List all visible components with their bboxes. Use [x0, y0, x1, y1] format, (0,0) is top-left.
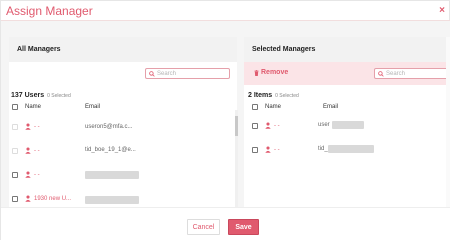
user-icon — [25, 147, 31, 154]
user-icon — [265, 122, 271, 129]
item-count-label: 2 Items — [248, 92, 273, 99]
cancel-button[interactable]: Cancel — [187, 219, 220, 235]
dialog-header: Assign Manager × — [1, 1, 450, 21]
user-name: - - — [265, 122, 280, 129]
trash-icon — [254, 69, 259, 76]
row-checkbox[interactable] — [252, 123, 258, 129]
row-checkbox[interactable] — [252, 147, 258, 153]
user-name: 1930 new U... — [25, 195, 71, 202]
table-row[interactable]: - - tid_ — [244, 140, 450, 165]
scrollbar[interactable] — [235, 110, 238, 208]
row-checkbox[interactable] — [12, 172, 18, 178]
search-placeholder: Search — [157, 70, 177, 77]
redacted-email — [85, 196, 139, 204]
user-email: useron5@mfa.c... — [85, 124, 133, 130]
user-email: user — [318, 122, 330, 128]
user-name: - - — [25, 171, 40, 178]
user-icon — [25, 195, 31, 202]
dialog-body: All Managers Search 137 Users 0 Selected … — [1, 21, 450, 208]
redacted-email — [85, 171, 139, 179]
search-icon — [149, 70, 155, 77]
selected-managers-header: Selected Managers — [244, 37, 450, 62]
all-managers-panel: All Managers Search 137 Users 0 Selected … — [9, 37, 238, 208]
column-name: Name — [25, 104, 42, 110]
row-checkbox[interactable] — [12, 148, 18, 154]
user-count: 137 Users 0 Selected — [9, 85, 237, 101]
table-row[interactable]: - - useron5@mfa.c... — [9, 115, 237, 140]
column-email: Email — [323, 104, 339, 110]
save-button[interactable]: Save — [228, 219, 259, 235]
column-email: Email — [85, 104, 101, 110]
user-icon — [25, 171, 31, 178]
user-email: tid_boe_19_1@e... — [85, 147, 136, 153]
column-name: Name — [265, 104, 282, 110]
table-row[interactable]: - - tid_boe_19_1@e... — [9, 140, 237, 165]
search-icon — [378, 70, 384, 77]
user-email: tid_ — [318, 146, 328, 152]
selected-count: 0 Selected — [275, 93, 299, 99]
select-all-checkbox[interactable] — [12, 104, 18, 110]
scrollbar-thumb[interactable] — [235, 116, 238, 136]
remove-button[interactable]: Remove — [254, 69, 288, 76]
user-count-label: 137 Users — [11, 92, 45, 99]
selected-list: - - user - - tid_ — [244, 115, 450, 165]
dialog-footer: Cancel Save — [1, 207, 450, 240]
user-name: - - — [25, 147, 40, 154]
panel-edge — [446, 37, 450, 207]
search-placeholder: Search — [386, 70, 406, 77]
table-header: Name Email — [244, 101, 450, 115]
selected-managers-search-input[interactable]: Search — [374, 68, 450, 79]
select-all-checkbox[interactable] — [252, 104, 258, 110]
remove-label: Remove — [261, 69, 289, 76]
selected-managers-toolbar: Remove Search — [244, 62, 450, 85]
selected-managers-panel: Selected Managers Remove Search 2 Items 0… — [244, 37, 450, 207]
table-header: Name Email — [9, 101, 237, 115]
all-managers-toolbar: Search — [9, 62, 237, 85]
redacted-email — [332, 121, 364, 129]
row-checkbox[interactable] — [12, 196, 18, 202]
redacted-email — [328, 145, 374, 153]
all-managers-search-input[interactable]: Search — [145, 68, 230, 79]
row-checkbox[interactable] — [12, 124, 18, 130]
assign-manager-dialog: Assign Manager × All Managers Search 137… — [0, 0, 450, 240]
item-count: 2 Items 0 Selected — [244, 85, 450, 101]
dialog-title: Assign Manager — [6, 3, 93, 18]
close-icon[interactable]: × — [439, 5, 445, 16]
user-list: - - useron5@mfa.c... - - tid_boe_19_1@e.… — [9, 115, 237, 215]
selected-count: 0 Selected — [47, 93, 71, 99]
all-managers-header: All Managers — [9, 37, 237, 62]
user-name: - - — [265, 146, 280, 153]
user-icon — [265, 146, 271, 153]
user-icon — [25, 123, 31, 130]
table-row[interactable]: - - user — [244, 115, 450, 140]
table-row[interactable]: - - — [9, 165, 237, 190]
user-name: - - — [25, 123, 40, 130]
